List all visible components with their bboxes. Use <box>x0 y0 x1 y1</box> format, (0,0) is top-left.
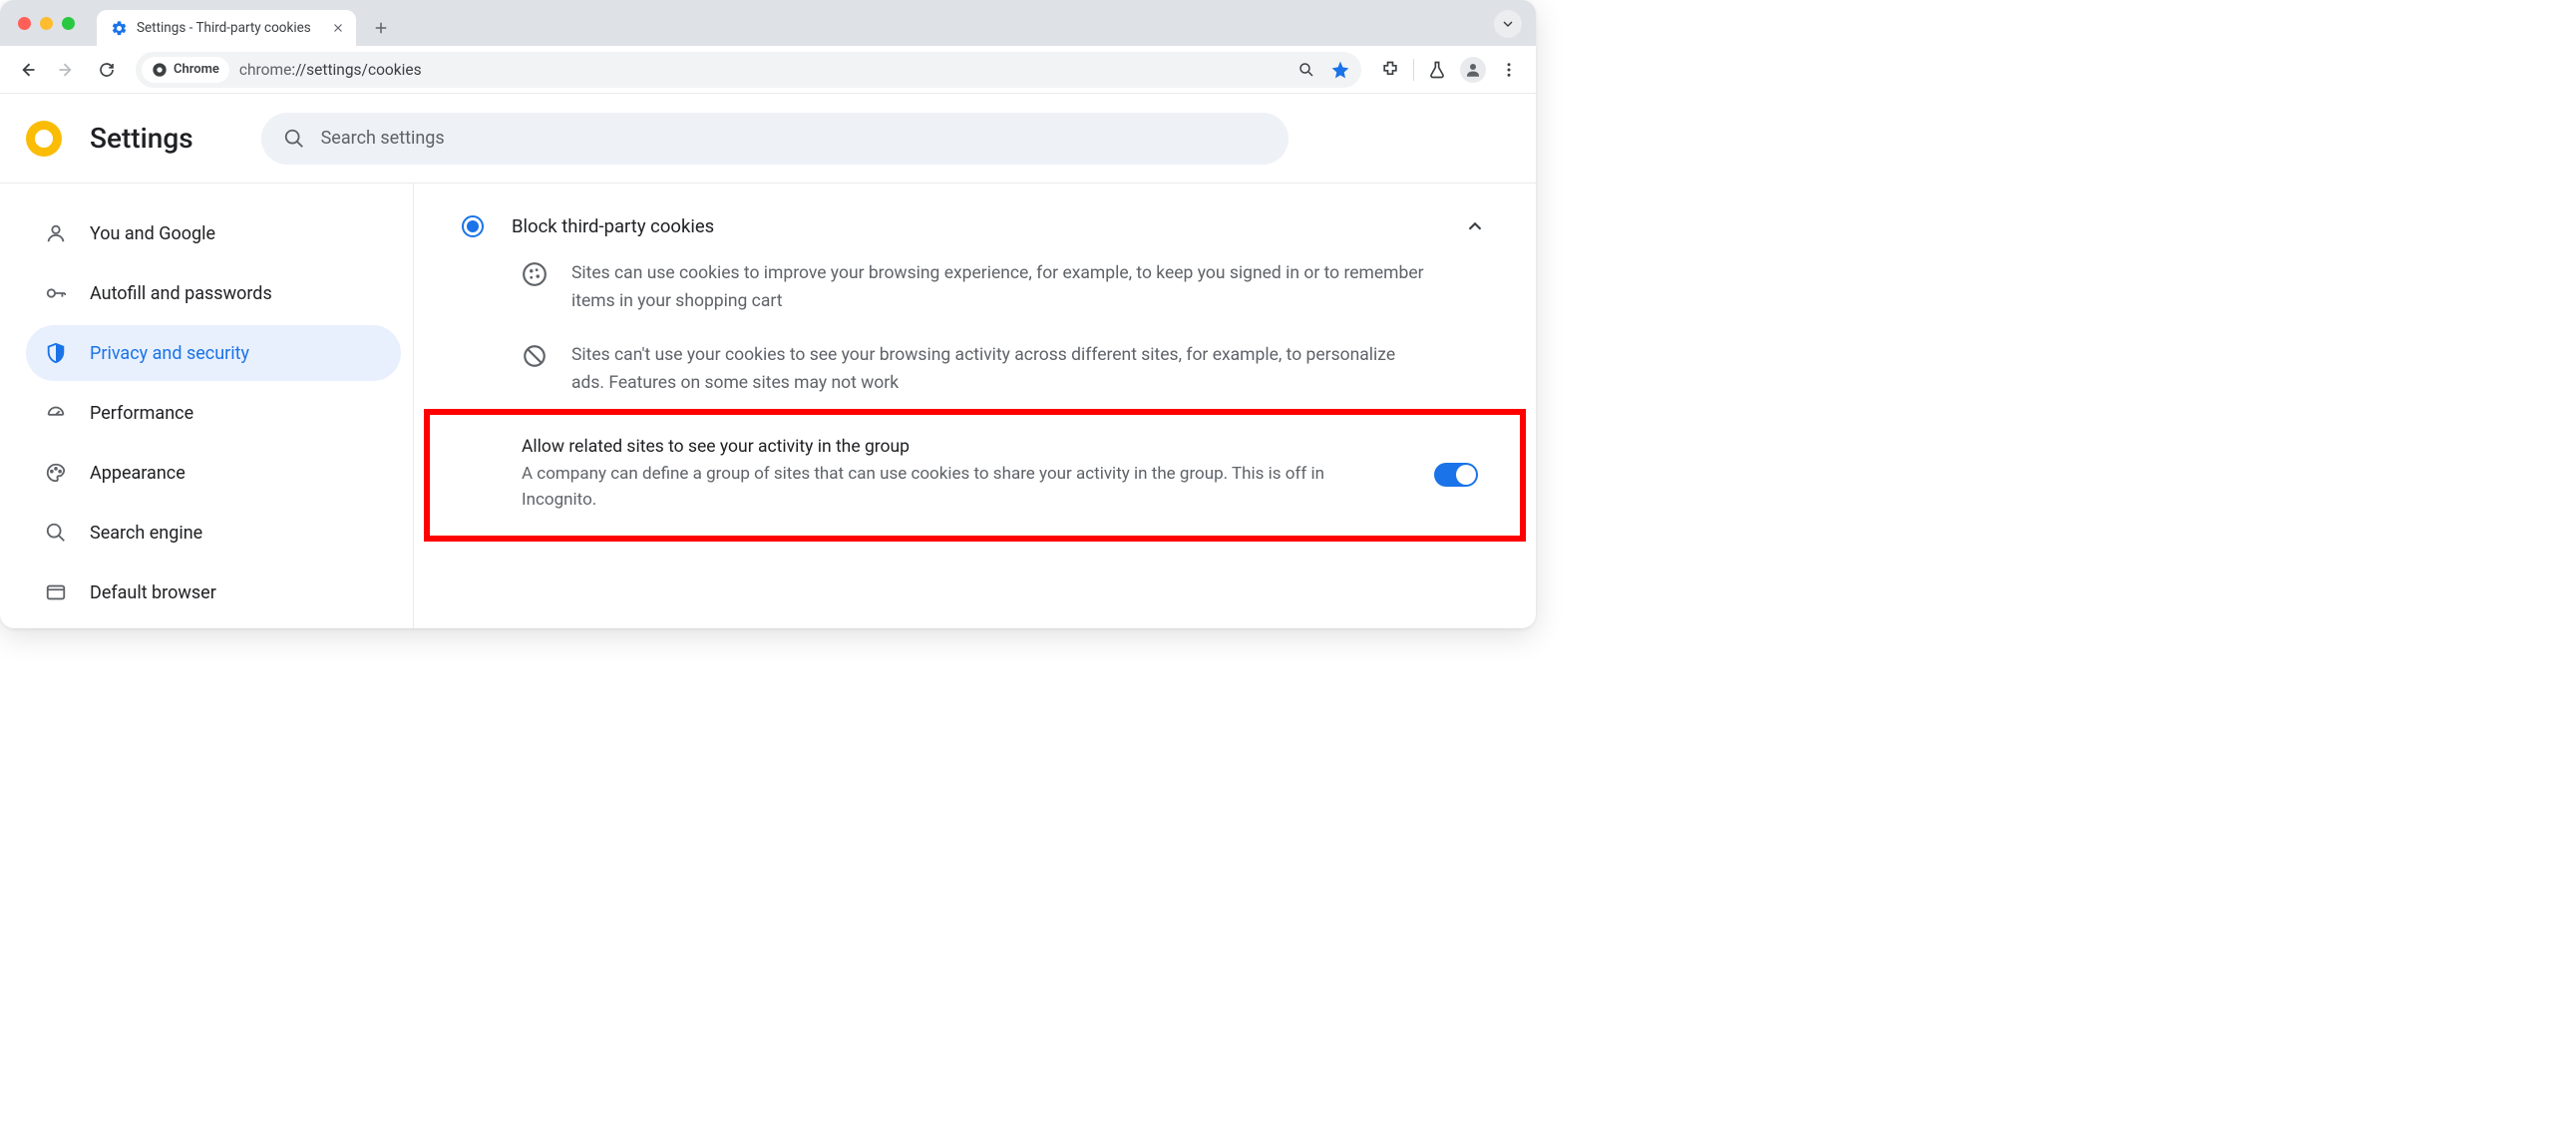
gear-icon <box>111 20 128 37</box>
detail-blocked: Sites can't use your cookies to see your… <box>432 333 1518 415</box>
back-button[interactable] <box>10 53 44 87</box>
blocked-icon <box>522 343 550 371</box>
profile-avatar[interactable] <box>1456 53 1490 87</box>
labs-icon[interactable] <box>1420 53 1454 87</box>
block-third-party-cookies-option[interactable]: Block third-party cookies <box>432 201 1518 251</box>
tab-strip: Settings - Third-party cookies <box>0 0 1536 46</box>
sidebar-item-label: Default browser <box>90 582 216 603</box>
sidebar-item-label: Appearance <box>90 463 185 484</box>
new-tab-button[interactable] <box>366 13 396 43</box>
minimize-window-button[interactable] <box>40 17 53 30</box>
radio-selected-icon[interactable] <box>462 215 484 237</box>
extensions-icon[interactable] <box>1373 53 1407 87</box>
detail-text-allowed: Sites can use cookies to improve your br… <box>571 259 1429 315</box>
toggle-title: Allow related sites to see your activity… <box>522 437 1404 457</box>
search-icon <box>44 521 68 545</box>
body: You and Google Autofill and passwords Pr… <box>0 184 1536 628</box>
search-icon <box>283 128 305 150</box>
page-header: Settings Search settings <box>0 94 1536 184</box>
sidebar-item-privacy[interactable]: Privacy and security <box>26 325 401 381</box>
sidebar: You and Google Autofill and passwords Pr… <box>0 184 413 628</box>
allow-related-sites-toggle[interactable] <box>1434 463 1478 487</box>
search-placeholder: Search settings <box>321 128 445 149</box>
settings-card: Block third-party cookies Sites can use … <box>432 201 1518 536</box>
page-title: Settings <box>90 122 193 155</box>
sidebar-item-label: Search engine <box>90 523 202 544</box>
tab-settings-cookies[interactable]: Settings - Third-party cookies <box>97 10 356 46</box>
detail-text-blocked: Sites can't use your cookies to see your… <box>571 341 1429 397</box>
search-settings-input[interactable]: Search settings <box>261 113 1288 165</box>
toggle-subtitle: A company can define a group of sites th… <box>522 461 1339 514</box>
forward-button[interactable] <box>50 53 84 87</box>
close-window-button[interactable] <box>18 17 31 30</box>
sidebar-item-label: You and Google <box>90 223 215 244</box>
cookie-icon <box>522 261 550 289</box>
sidebar-item-autofill[interactable]: Autofill and passwords <box>26 265 401 321</box>
palette-icon <box>44 461 68 485</box>
speed-icon <box>44 401 68 425</box>
site-chip-label: Chrome <box>174 62 219 77</box>
sidebar-item-performance[interactable]: Performance <box>26 385 401 441</box>
tab-overflow-button[interactable] <box>1494 10 1522 38</box>
window-controls <box>18 17 75 30</box>
sidebar-item-label: Performance <box>90 403 193 424</box>
person-icon <box>44 221 68 245</box>
address-bar[interactable]: Chrome chrome://settings/cookies <box>136 52 1361 88</box>
allow-related-sites-row: Allow related sites to see your activity… <box>432 415 1518 536</box>
separator <box>1413 59 1414 81</box>
tab-title: Settings - Third-party cookies <box>137 20 324 36</box>
toolbar: Chrome chrome://settings/cookies <box>0 46 1536 94</box>
browser-window: Settings - Third-party cookies Chrome <box>0 0 1536 628</box>
sidebar-item-you-and-google[interactable]: You and Google <box>26 205 401 261</box>
main-content: Block third-party cookies Sites can use … <box>413 184 1536 628</box>
url-text: chrome://settings/cookies <box>239 61 1291 79</box>
sidebar-item-default-browser[interactable]: Default browser <box>26 564 401 620</box>
zoom-icon[interactable] <box>1291 55 1321 85</box>
key-icon <box>44 281 68 305</box>
sidebar-item-search-engine[interactable]: Search engine <box>26 505 401 561</box>
sidebar-item-appearance[interactable]: Appearance <box>26 445 401 501</box>
browser-icon <box>44 580 68 604</box>
close-tab-icon[interactable] <box>330 20 346 36</box>
reload-button[interactable] <box>90 53 124 87</box>
site-chip[interactable]: Chrome <box>142 57 229 83</box>
chrome-logo-icon <box>26 121 62 157</box>
maximize-window-button[interactable] <box>62 17 75 30</box>
sidebar-item-label: Privacy and security <box>90 343 249 364</box>
detail-allowed: Sites can use cookies to improve your br… <box>432 251 1518 333</box>
bookmark-star-icon[interactable] <box>1325 55 1355 85</box>
menu-button[interactable] <box>1492 53 1526 87</box>
shield-icon <box>44 341 68 365</box>
sidebar-item-label: Autofill and passwords <box>90 283 272 304</box>
chevron-up-icon[interactable] <box>1464 215 1486 237</box>
option-title: Block third-party cookies <box>512 215 1436 237</box>
